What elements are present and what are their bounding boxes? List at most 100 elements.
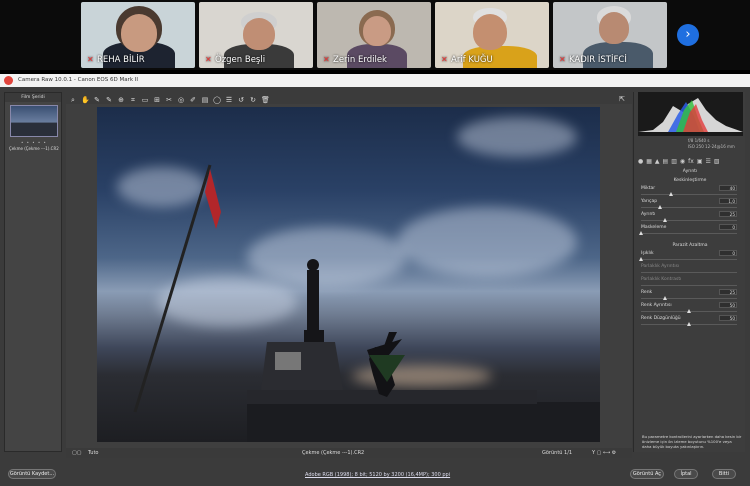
rotate-right-icon[interactable]: ↻ — [249, 96, 257, 104]
detail-hint-text: Bu parametre kontrollerini ayarlarken da… — [642, 434, 742, 449]
noise-reduction-title: Parazit Azaltma — [672, 243, 708, 248]
slider-value[interactable]: 0 — [719, 224, 737, 230]
fullscreen-icon[interactable]: ⇱ — [619, 95, 625, 103]
chevron-right-icon: › — [685, 27, 691, 42]
adjustment-brush-icon[interactable]: ✐ — [189, 96, 197, 104]
participant-tile[interactable]: ✕ Zerin Erdilek — [317, 2, 431, 68]
camera-raw-window: Camera Raw 10.0.1 - Canon EOS 6D Mark II… — [0, 74, 750, 486]
slider-handle[interactable] — [687, 322, 691, 326]
mic-muted-icon: ✕ — [323, 55, 330, 64]
slider-color-smoothness[interactable]: Renk Düzgünlüğü 50 — [641, 315, 741, 329]
image-thumbnail[interactable] — [10, 105, 58, 137]
slider-track[interactable] — [641, 233, 737, 234]
spot-removal-tool-icon[interactable]: ✂ — [165, 96, 173, 104]
adjustments-panel: f/8 1/640 s ISO 250 12-24@16 mm ● ▦ ▲ ▤ … — [633, 92, 745, 452]
participant-tile[interactable]: ✕ REHA BİLİR — [81, 2, 195, 68]
participant-face — [243, 18, 275, 50]
preview-area — [66, 104, 632, 450]
histogram-graph — [638, 98, 743, 132]
transform-tool-icon[interactable]: ⊞ — [153, 96, 161, 104]
photo-preview[interactable] — [97, 107, 600, 442]
slider-luminance[interactable]: Işıklık 0 — [639, 250, 741, 264]
basic-tab-icon[interactable]: ● — [638, 158, 643, 166]
zoom-level[interactable]: Tuto — [88, 448, 98, 458]
cancel-button[interactable]: İptal — [674, 469, 698, 479]
calibration-tab-icon[interactable]: ▣ — [697, 158, 703, 166]
participant-name: ✕ Zerin Erdilek — [323, 55, 387, 65]
save-image-button[interactable]: Görüntü Kaydet... — [8, 469, 56, 479]
rating-stars[interactable]: • • • • • — [21, 140, 47, 145]
slider-value[interactable]: 40 — [719, 185, 737, 191]
hsl-tab-icon[interactable]: ▤ — [663, 158, 669, 166]
red-eye-tool-icon[interactable]: ◎ — [177, 96, 185, 104]
slider-track[interactable] — [641, 194, 737, 195]
slider-track[interactable] — [641, 259, 737, 260]
white-balance-tool-icon[interactable]: ✎ — [93, 96, 101, 104]
slider-value[interactable]: 0 — [719, 250, 737, 256]
slider-value[interactable]: 25 — [719, 211, 737, 217]
graduated-filter-icon[interactable]: ▤ — [201, 96, 209, 104]
slider-handle[interactable] — [658, 205, 662, 209]
slider-value[interactable]: 50 — [719, 302, 737, 308]
hand-tool-icon[interactable]: ✋ — [81, 96, 90, 104]
preferences-icon[interactable]: ☰ — [225, 96, 233, 104]
participant-tile[interactable]: ✕ KADIR İSTİFCİ — [553, 2, 667, 68]
panel-name: Ayrıntı — [682, 169, 698, 174]
slider-track[interactable] — [641, 220, 737, 221]
compare-views-icon[interactable]: ▢▢ — [72, 448, 81, 458]
detail-tab-icon[interactable]: ▲ — [655, 158, 660, 166]
crop-tool-icon[interactable]: ⌗ — [129, 96, 137, 104]
slider-label: Renk Düzgünlüğü — [641, 316, 681, 321]
slider-handle[interactable] — [639, 257, 643, 261]
trash-icon[interactable]: 🗑 — [261, 96, 270, 104]
rotate-left-icon[interactable]: ↺ — [237, 96, 245, 104]
sharpening-title: Keskinleştirme — [673, 178, 707, 183]
effects-tab-icon[interactable]: fx — [688, 158, 694, 166]
done-button[interactable]: Bitti — [712, 469, 736, 479]
platform — [247, 390, 537, 404]
slider-value[interactable]: 1,0 — [719, 198, 737, 204]
slider-label: Miktar — [641, 186, 656, 191]
screen: ✕ REHA BİLİR ✕ Özgen Beşli ✕ Zerin Erdilek … — [0, 0, 750, 486]
participant-face — [121, 14, 157, 52]
monument-pedestal — [261, 342, 343, 390]
participant-tile[interactable]: ✕ Özgen Beşli — [199, 2, 313, 68]
workflow-options-link[interactable]: Adobe RGB (1998); 8 bit; 5120 by 3200 (1… — [305, 472, 450, 478]
slider-label: Renk Ayrıntısı — [641, 303, 672, 308]
slider-value[interactable]: 25 — [719, 289, 737, 295]
file-name: Çekme (Çekme ---1).CR2 — [302, 450, 365, 456]
slider-track[interactable] — [641, 207, 737, 208]
straighten-tool-icon[interactable]: ▭ — [141, 96, 149, 104]
open-image-button[interactable]: Görüntü Aç — [630, 469, 664, 479]
next-page-button[interactable]: › — [677, 24, 699, 46]
zoom-tool-icon[interactable]: ⌕ — [69, 96, 77, 104]
presets-tab-icon[interactable]: ☰ — [705, 158, 710, 166]
slider-handle[interactable] — [663, 218, 667, 222]
slider-label: Parlaklık Kontrastı — [641, 277, 682, 282]
target-adjustment-tool-icon[interactable]: ⊕ — [117, 96, 125, 104]
color-sampler-tool-icon[interactable]: ✎ — [105, 96, 113, 104]
aperture-shutter: f/8 1/640 s — [688, 138, 710, 143]
mic-muted-icon: ✕ — [205, 55, 212, 64]
tone-curve-tab-icon[interactable]: ▦ — [646, 158, 652, 166]
before-after-icon[interactable]: Y ▢ ⟷ ⚙ — [592, 448, 616, 458]
preview-status-bar: ▢▢ Tuto Çekme (Çekme ---1).CR2 Görüntü 1… — [66, 448, 632, 458]
split-toning-tab-icon[interactable]: ▥ — [671, 158, 677, 166]
slider-handle[interactable] — [687, 309, 691, 313]
panel-tabs: ● ▦ ▲ ▤ ▥ ◉ fx ▣ ☰ ▧ — [638, 158, 743, 166]
close-window-button[interactable] — [4, 76, 13, 85]
radial-filter-icon[interactable]: ◯ — [213, 96, 221, 104]
participant-face — [473, 14, 507, 50]
slider-handle[interactable] — [663, 296, 667, 300]
snapshots-tab-icon[interactable]: ▧ — [714, 158, 720, 166]
filmstrip-title: Film Şeridi — [5, 93, 61, 102]
slider-handle[interactable] — [669, 192, 673, 196]
participant-name: ✕ Özgen Beşli — [205, 55, 266, 65]
participant-tile[interactable]: ✕ Arif KUĞU — [435, 2, 549, 68]
lens-tab-icon[interactable]: ◉ — [680, 158, 685, 166]
slider-masking[interactable]: Maskeleme 0 — [639, 224, 741, 238]
slider-value[interactable]: 50 — [719, 315, 737, 321]
slider-handle[interactable] — [639, 231, 643, 235]
slider-track[interactable] — [641, 298, 737, 299]
statue-body — [307, 270, 319, 332]
